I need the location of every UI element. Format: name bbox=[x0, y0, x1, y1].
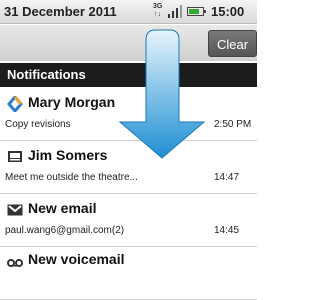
clear-bar: Clear bbox=[0, 25, 257, 61]
battery-icon bbox=[187, 7, 206, 16]
notification-title: Mary Morgan bbox=[28, 94, 116, 110]
notification-item[interactable]: Mary Morgan Copy revisions 2:50 PM bbox=[0, 88, 257, 141]
status-time: 15:00 bbox=[211, 4, 245, 19]
message-icon bbox=[8, 151, 22, 162]
gmail-icon bbox=[7, 204, 23, 216]
notification-title: New voicemail bbox=[28, 251, 125, 267]
notification-time: 2:50 PM bbox=[214, 119, 252, 130]
signal-icon bbox=[168, 5, 182, 18]
notifications-header: Notifications bbox=[0, 63, 257, 87]
clear-button[interactable]: Clear bbox=[208, 30, 257, 57]
sync-icon bbox=[7, 96, 23, 112]
status-date: 31 December 2011 bbox=[4, 4, 117, 19]
network-activity-label: ↑↓ bbox=[154, 11, 162, 18]
notification-item[interactable]: Jim Somers Meet me outside the theatre..… bbox=[0, 141, 257, 194]
notification-title: New email bbox=[28, 200, 97, 216]
notification-title: Jim Somers bbox=[28, 147, 108, 163]
notifications-title: Notifications bbox=[7, 67, 86, 82]
notification-time: 14:47 bbox=[214, 172, 240, 183]
notification-desc: Copy revisions bbox=[5, 119, 71, 130]
network-type-label: 3G bbox=[153, 3, 163, 10]
status-bar: 31 December 2011 3G ↑↓ 15:00 bbox=[0, 0, 257, 24]
notification-item[interactable]: New voicemail bbox=[0, 247, 257, 300]
voicemail-icon bbox=[7, 259, 23, 267]
notification-item[interactable]: New email paul.wang6@gmail.com(2) 14:45 bbox=[0, 194, 257, 247]
notification-desc: Meet me outside the theatre... bbox=[5, 172, 138, 183]
notification-desc: paul.wang6@gmail.com(2) bbox=[5, 225, 125, 236]
network-3g-icon: 3G ↑↓ bbox=[153, 3, 162, 19]
notification-time: 14:45 bbox=[214, 225, 240, 236]
